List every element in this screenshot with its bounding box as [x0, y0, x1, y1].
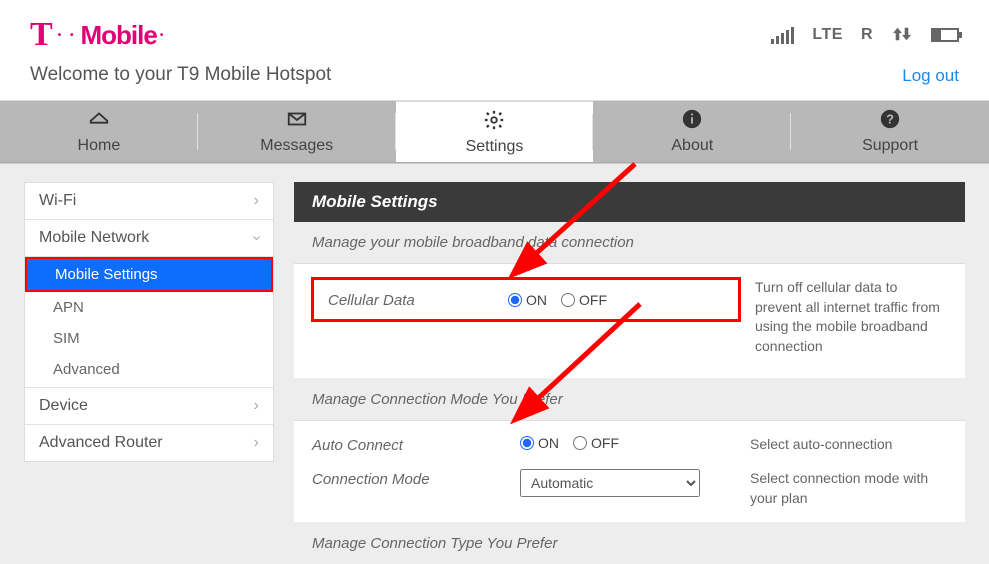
header: T • • Mobile • LTE R — [0, 0, 989, 56]
sidebar-apn-label: APN — [53, 299, 84, 316]
connection-mode-select[interactable]: Automatic — [520, 469, 700, 497]
auto-connect-on-option[interactable]: ON — [520, 435, 559, 451]
brand-name: Mobile — [80, 20, 156, 51]
chevron-right-icon: › — [254, 192, 259, 210]
logo-dots-icon: • • — [58, 30, 77, 41]
battery-icon — [931, 28, 959, 42]
on-label: ON — [526, 292, 547, 308]
gear-icon — [483, 109, 505, 136]
sidebar-item-mobile-settings[interactable]: Mobile Settings — [27, 259, 271, 290]
connection-mode-help: Select connection mode with your plan — [750, 469, 947, 508]
welcome-row: Welcome to your T9 Mobile Hotspot Log ou… — [0, 56, 989, 101]
nav-tabs: Home Messages Settings About ? Support — [0, 101, 989, 163]
settings-panel: Mobile Settings Manage your mobile broad… — [294, 182, 965, 564]
on-label: ON — [538, 435, 559, 451]
welcome-text: Welcome to your T9 Mobile Hotspot — [30, 64, 331, 86]
chevron-right-icon: › — [254, 434, 259, 452]
status-icons: LTE R — [771, 25, 959, 46]
chevron-down-icon: › — [247, 235, 265, 240]
help-icon: ? — [879, 108, 901, 135]
settings-sidebar: Wi-Fi › Mobile Network › Mobile Settings… — [24, 182, 274, 462]
svg-text:?: ? — [886, 112, 894, 127]
sidebar-advanced-router-label: Advanced Router — [39, 434, 163, 452]
cellular-on-radio[interactable] — [508, 293, 522, 307]
sidebar-mobile-settings-label: Mobile Settings — [55, 266, 158, 283]
home-icon — [88, 108, 110, 135]
data-transfer-icon — [891, 25, 913, 46]
content-area: Wi-Fi › Mobile Network › Mobile Settings… — [0, 163, 989, 564]
tab-settings[interactable]: Settings — [396, 101, 594, 162]
tab-support-label: Support — [862, 137, 918, 155]
auto-connect-help: Select auto-connection — [750, 435, 947, 455]
cellular-data-control: ON OFF — [508, 290, 728, 309]
tab-messages[interactable]: Messages — [198, 101, 396, 162]
tab-home-label: Home — [78, 137, 121, 155]
row-connection-mode: Connection Mode Automatic Select connect… — [294, 463, 965, 523]
cellular-data-label: Cellular Data — [328, 290, 508, 309]
sidebar-sim-label: SIM — [53, 330, 80, 347]
envelope-icon — [286, 108, 308, 135]
cellular-on-option[interactable]: ON — [508, 292, 547, 308]
tab-about-label: About — [671, 137, 713, 155]
logo-dot-icon: • — [160, 30, 164, 41]
sidebar-item-device[interactable]: Device › — [25, 388, 273, 425]
off-label: OFF — [591, 435, 619, 451]
auto-connect-on-radio[interactable] — [520, 436, 534, 450]
logo-t-icon: T — [30, 18, 52, 52]
auto-connect-off-option[interactable]: OFF — [573, 435, 619, 451]
section-broadband: Manage your mobile broadband data connec… — [294, 222, 965, 264]
sidebar-item-apn[interactable]: APN — [25, 292, 273, 323]
lte-indicator: LTE — [812, 26, 843, 44]
row-auto-connect: Auto Connect ON OFF Select auto-connecti… — [294, 421, 965, 463]
sidebar-item-mobile-network[interactable]: Mobile Network › — [25, 220, 273, 257]
sidebar-advanced-label: Advanced — [53, 361, 120, 378]
auto-connect-control: ON OFF — [520, 435, 740, 451]
auto-connect-label: Auto Connect — [312, 435, 510, 454]
tmobile-logo: T • • Mobile • — [30, 18, 167, 52]
annotation-highlight-sidebar: Mobile Settings — [25, 257, 273, 292]
logout-link[interactable]: Log out — [902, 66, 959, 86]
section-connection-type: Manage Connection Type You Prefer — [294, 523, 965, 564]
off-label: OFF — [579, 292, 607, 308]
annotation-highlight-cellular: Cellular Data ON OFF — [311, 277, 741, 322]
chevron-right-icon: › — [254, 397, 259, 415]
sidebar-item-advanced[interactable]: Advanced — [25, 354, 273, 388]
row-cellular-data: Cellular Data ON OFF Turn off cellular d… — [294, 264, 965, 379]
info-icon — [681, 108, 703, 135]
tab-settings-label: Settings — [466, 138, 524, 156]
connection-mode-label: Connection Mode — [312, 469, 510, 488]
panel-title: Mobile Settings — [294, 182, 965, 222]
tab-about[interactable]: About — [593, 101, 791, 162]
sidebar-item-wifi[interactable]: Wi-Fi › — [25, 183, 273, 220]
cellular-off-option[interactable]: OFF — [561, 292, 607, 308]
tab-home[interactable]: Home — [0, 101, 198, 162]
sidebar-wifi-label: Wi-Fi — [39, 192, 76, 210]
sidebar-device-label: Device — [39, 397, 88, 415]
roaming-indicator: R — [861, 26, 873, 44]
sidebar-item-advanced-router[interactable]: Advanced Router › — [25, 425, 273, 461]
signal-icon — [771, 26, 794, 44]
sidebar-mobile-network-label: Mobile Network — [39, 229, 149, 247]
tab-support[interactable]: ? Support — [791, 101, 989, 162]
cellular-off-radio[interactable] — [561, 293, 575, 307]
connection-mode-control: Automatic — [520, 469, 740, 497]
section-connection-mode: Manage Connection Mode You Prefer — [294, 379, 965, 421]
auto-connect-off-radio[interactable] — [573, 436, 587, 450]
cellular-help-text: Turn off cellular data to prevent all in… — [755, 278, 947, 356]
tab-messages-label: Messages — [260, 137, 333, 155]
sidebar-item-sim[interactable]: SIM — [25, 323, 273, 354]
